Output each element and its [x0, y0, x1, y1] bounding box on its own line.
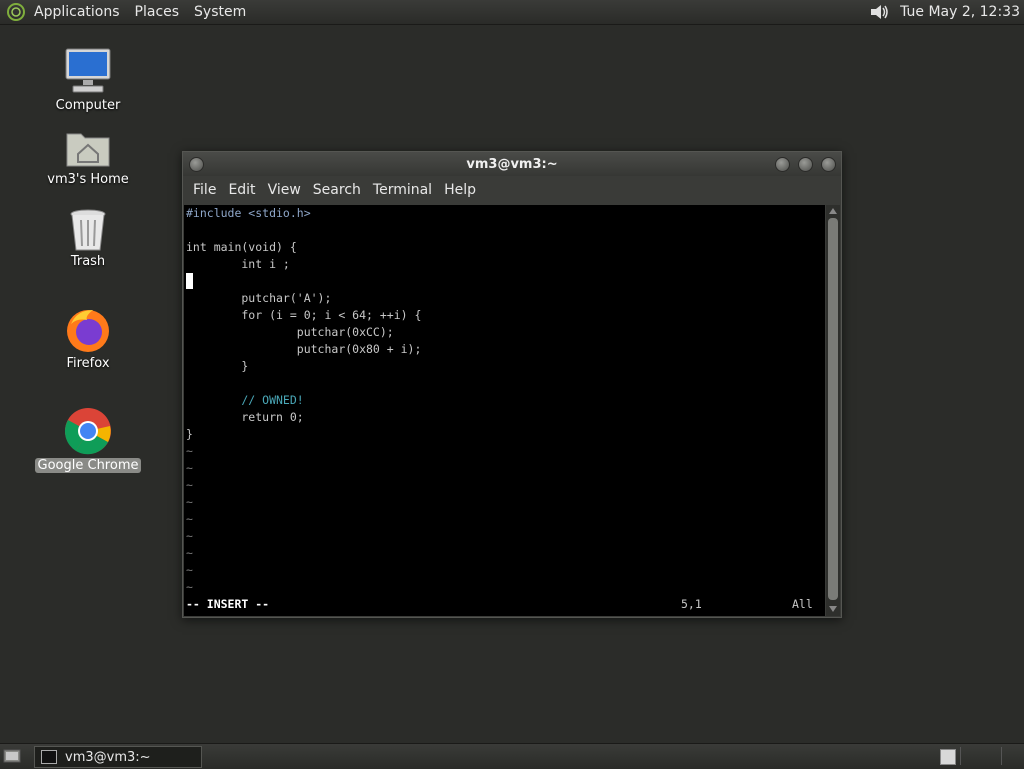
- panel-tray: Tue May 2, 12:33: [868, 0, 1020, 24]
- terminal-icon: [41, 750, 57, 764]
- code-line: putchar(0xCC);: [186, 325, 394, 339]
- bottom-panel: vm3@vm3:~: [0, 743, 1024, 769]
- code-line: [186, 273, 193, 290]
- terminal-menubar: File Edit View Search Terminal Help: [183, 176, 841, 204]
- code-line: #include <stdio.h>: [186, 206, 311, 220]
- desktop-icon-computer[interactable]: Computer: [33, 46, 143, 113]
- desktop-icon-label: Firefox: [66, 356, 110, 371]
- code-line: putchar(0x80 + i);: [186, 342, 422, 356]
- desktop-icon-chrome[interactable]: Google Chrome: [33, 406, 143, 473]
- menu-terminal[interactable]: Terminal: [373, 182, 432, 198]
- text-cursor: [186, 273, 193, 289]
- empty-line-tilde: ~: [186, 478, 193, 492]
- desktop-icon-label: vm3's Home: [47, 172, 129, 187]
- scroll-up-arrow-icon[interactable]: [829, 208, 837, 214]
- computer-icon: [65, 48, 111, 93]
- desktop-icon-firefox[interactable]: Firefox: [33, 306, 143, 371]
- empty-line-tilde: ~: [186, 461, 193, 475]
- workspace-switcher-2[interactable]: [960, 747, 1002, 765]
- window-titlebar[interactable]: vm3@vm3:~: [183, 152, 841, 176]
- taskbar-item-terminal[interactable]: vm3@vm3:~: [34, 746, 202, 768]
- code-comment: // OWNED!: [186, 393, 304, 407]
- code-line: int i ;: [186, 257, 290, 271]
- empty-line-tilde: ~: [186, 512, 193, 526]
- menu-system[interactable]: System: [194, 4, 246, 20]
- taskbar-item-label: vm3@vm3:~: [65, 749, 151, 765]
- cursor-position: 5,1: [681, 597, 702, 611]
- menu-search[interactable]: Search: [313, 182, 361, 198]
- close-button[interactable]: [821, 157, 836, 172]
- window-menu-button[interactable]: [189, 157, 204, 172]
- minimize-button[interactable]: [775, 157, 790, 172]
- menu-view[interactable]: View: [268, 182, 301, 198]
- scrollbar-thumb[interactable]: [828, 218, 838, 600]
- empty-line-tilde: ~: [186, 444, 193, 458]
- code-line: putchar('A');: [186, 291, 332, 305]
- firefox-icon: [67, 310, 109, 352]
- maximize-button[interactable]: [798, 157, 813, 172]
- menu-help[interactable]: Help: [444, 182, 476, 198]
- desktop-icon-home[interactable]: vm3's Home: [33, 128, 143, 187]
- code-line: }: [186, 427, 193, 441]
- empty-line-tilde: ~: [186, 529, 193, 543]
- desktop-icon-label: Trash: [70, 254, 106, 269]
- vim-mode-indicator: -- INSERT --: [186, 597, 270, 611]
- scroll-position: All: [792, 597, 813, 611]
- distro-logo-icon[interactable]: [6, 2, 26, 22]
- desktop-icon-label: Google Chrome: [34, 458, 142, 473]
- top-panel: Applications Places System Tue May 2, 12…: [0, 0, 1024, 25]
- code-line: }: [186, 359, 249, 373]
- desktop-icon-label: Computer: [55, 98, 121, 113]
- terminal-scrollbar[interactable]: [826, 205, 840, 616]
- menu-file[interactable]: File: [193, 182, 216, 198]
- volume-icon[interactable]: [868, 1, 890, 23]
- workspace-switcher-1[interactable]: [940, 749, 956, 765]
- empty-line-tilde: ~: [186, 580, 193, 594]
- menu-places[interactable]: Places: [135, 4, 180, 20]
- chrome-icon: [64, 408, 111, 455]
- empty-line-tilde: ~: [186, 563, 193, 577]
- empty-line-tilde: ~: [186, 546, 193, 560]
- desktop-icon-trash[interactable]: Trash: [33, 208, 143, 269]
- menu-edit[interactable]: Edit: [228, 182, 255, 198]
- terminal-window: vm3@vm3:~ File Edit View Search Terminal…: [182, 151, 842, 618]
- show-desktop-icon[interactable]: [3, 748, 21, 764]
- terminal-content[interactable]: #include <stdio.h> int main(void) { int …: [184, 205, 825, 616]
- code-line: for (i = 0; i < 64; ++i) {: [186, 308, 422, 322]
- scroll-down-arrow-icon[interactable]: [829, 606, 837, 612]
- empty-line-tilde: ~: [186, 495, 193, 509]
- clock[interactable]: Tue May 2, 12:33: [900, 4, 1020, 20]
- menu-applications[interactable]: Applications: [34, 4, 120, 20]
- code-line: int main(void) {: [186, 240, 297, 254]
- code-line: return 0;: [186, 410, 304, 424]
- home-folder-icon: [66, 133, 110, 167]
- trash-icon: [70, 209, 106, 251]
- window-title: vm3@vm3:~: [466, 156, 558, 172]
